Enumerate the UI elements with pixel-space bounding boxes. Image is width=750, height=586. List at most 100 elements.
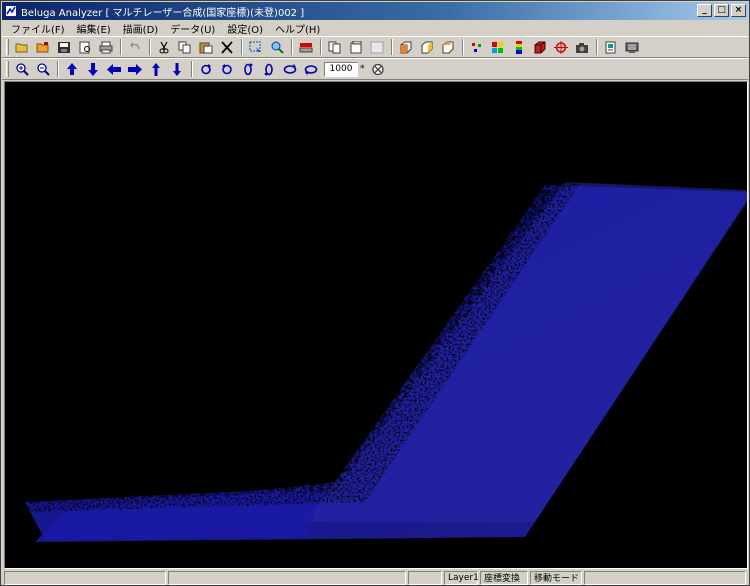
color-points-icon bbox=[472, 42, 481, 52]
color-grid-icon bbox=[492, 41, 503, 53]
rotate-z-ccw-icon bbox=[304, 64, 318, 75]
rotate-x-ccw-button[interactable] bbox=[217, 60, 237, 79]
menu-bar: ファイル(F) 編集(E) 描画(D) データ(U) 設定(O) ヘルプ(H) bbox=[2, 20, 748, 36]
rotate-x-cw-button[interactable] bbox=[196, 60, 216, 79]
page-new-button[interactable] bbox=[325, 38, 345, 57]
person-up-icon bbox=[67, 62, 77, 75]
arrow-left-icon bbox=[107, 63, 121, 75]
rotate-z-cw-icon bbox=[283, 63, 297, 74]
document-icon bbox=[605, 41, 616, 53]
rotate-cw-icon bbox=[201, 63, 211, 74]
maximize-button[interactable]: □ bbox=[714, 4, 729, 17]
status-pane-filler bbox=[584, 570, 746, 585]
color-grid-button[interactable] bbox=[488, 38, 508, 57]
color-points-button[interactable] bbox=[467, 38, 487, 57]
camera-button[interactable] bbox=[572, 38, 592, 57]
view-outline-button[interactable] bbox=[438, 38, 458, 57]
layer-icon bbox=[299, 42, 313, 52]
page-blank-button[interactable] bbox=[367, 38, 387, 57]
toolbar-grip[interactable] bbox=[6, 39, 9, 55]
save-icon bbox=[58, 41, 70, 53]
paste-icon bbox=[199, 42, 213, 53]
layer-button[interactable] bbox=[296, 38, 316, 57]
print-icon bbox=[99, 41, 113, 53]
reset-target-icon bbox=[371, 63, 384, 75]
zoom-out-icon bbox=[37, 62, 50, 76]
zoom-in-icon bbox=[16, 62, 29, 76]
paste-button[interactable] bbox=[196, 38, 216, 57]
toolbar-separator bbox=[241, 39, 243, 55]
rotate-ccw-icon bbox=[222, 63, 232, 74]
rotate-y-ccw-icon bbox=[264, 63, 273, 76]
title-bar[interactable]: Beluga Analyzer [ マルチレーザー合成(国家座標)(未登)002… bbox=[2, 2, 748, 20]
print-preview-icon bbox=[79, 41, 90, 53]
menu-file[interactable]: ファイル(F) bbox=[6, 21, 70, 36]
zoom-region-button[interactable] bbox=[267, 38, 287, 57]
view-orange-button[interactable] bbox=[396, 38, 416, 57]
toolbar-separator bbox=[320, 39, 322, 55]
rotate-y-cw-icon bbox=[244, 62, 253, 75]
arrow-up-icon bbox=[152, 62, 160, 76]
save-button[interactable] bbox=[54, 38, 74, 57]
app-icon[interactable] bbox=[5, 5, 17, 17]
move-down-button[interactable] bbox=[83, 60, 103, 79]
point-cloud-render[interactable] bbox=[5, 82, 747, 568]
print-preview-button[interactable] bbox=[75, 38, 95, 57]
cut-icon bbox=[159, 41, 169, 53]
cube-outline-icon bbox=[442, 41, 454, 53]
document-button[interactable] bbox=[601, 38, 621, 57]
zoom-in-button[interactable] bbox=[12, 60, 32, 79]
target-button[interactable] bbox=[551, 38, 571, 57]
3d-point-cloud-viewport[interactable] bbox=[4, 81, 748, 569]
rotate-y-cw-button[interactable] bbox=[238, 60, 258, 79]
toolbar-separator bbox=[57, 61, 59, 77]
rotate-z-ccw-button[interactable] bbox=[301, 60, 321, 79]
select-region-button[interactable] bbox=[246, 38, 266, 57]
menu-draw[interactable]: 描画(D) bbox=[118, 21, 164, 36]
move-back-button[interactable] bbox=[167, 60, 187, 79]
toolbar-separator bbox=[191, 61, 193, 77]
menu-edit[interactable]: 編集(E) bbox=[72, 21, 116, 36]
color-scale-button[interactable] bbox=[509, 38, 529, 57]
copy-icon bbox=[178, 41, 191, 53]
move-forward-button[interactable] bbox=[146, 60, 166, 79]
zoom-region-icon bbox=[271, 41, 284, 54]
monitor-button[interactable] bbox=[622, 38, 642, 57]
menu-data[interactable]: データ(U) bbox=[165, 21, 220, 36]
menu-help[interactable]: ヘルプ(H) bbox=[270, 21, 325, 36]
move-up-button[interactable] bbox=[62, 60, 82, 79]
arrow-down-thin-icon bbox=[173, 62, 181, 76]
page-copy-button[interactable] bbox=[346, 38, 366, 57]
cube-orange-icon bbox=[400, 41, 412, 53]
print-button[interactable] bbox=[96, 38, 116, 57]
toolbar-separator bbox=[291, 39, 293, 55]
page-new-icon bbox=[328, 41, 341, 53]
undo-button[interactable] bbox=[125, 38, 145, 57]
cube-red-button[interactable] bbox=[530, 38, 550, 57]
zoom-scale-input[interactable]: 1000 bbox=[324, 61, 358, 77]
status-mode: 移動モード bbox=[530, 570, 582, 585]
delete-button[interactable] bbox=[217, 38, 237, 57]
open-button[interactable] bbox=[12, 38, 32, 57]
close-button[interactable]: × bbox=[731, 4, 746, 17]
copy-button[interactable] bbox=[175, 38, 195, 57]
move-right-button[interactable] bbox=[125, 60, 145, 79]
menu-settings[interactable]: 設定(O) bbox=[222, 21, 268, 36]
rotate-z-cw-button[interactable] bbox=[280, 60, 300, 79]
app-window: Beluga Analyzer [ マルチレーザー合成(国家座標)(未登)002… bbox=[0, 0, 750, 586]
minimize-button[interactable]: _ bbox=[697, 4, 712, 17]
main-toolbar bbox=[2, 36, 748, 58]
monitor-icon bbox=[625, 42, 639, 53]
view-toolbar: 1000 * bbox=[2, 58, 748, 80]
arrow-right-icon bbox=[128, 63, 142, 75]
cut-button[interactable] bbox=[154, 38, 174, 57]
open-alt-button[interactable] bbox=[33, 38, 53, 57]
toolbar-grip[interactable] bbox=[6, 61, 9, 77]
reset-view-button[interactable] bbox=[368, 60, 388, 79]
view-yellow-button[interactable] bbox=[417, 38, 437, 57]
rotate-y-ccw-button[interactable] bbox=[259, 60, 279, 79]
page-blank-icon bbox=[370, 41, 384, 53]
zoom-out-button[interactable] bbox=[33, 60, 53, 79]
zoom-scale-unit: * bbox=[360, 64, 365, 74]
move-left-button[interactable] bbox=[104, 60, 124, 79]
